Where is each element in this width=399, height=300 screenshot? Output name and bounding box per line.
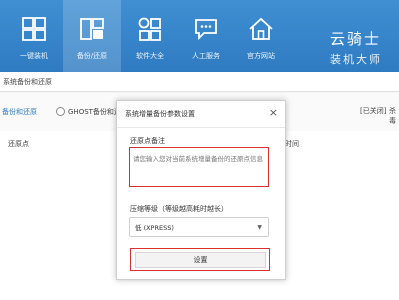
breadcrumb: 系统备份和还原: [0, 72, 399, 92]
backup-icon: [80, 18, 104, 40]
apps-icon: [138, 17, 161, 41]
column-header-restore-point: 还原点: [8, 140, 29, 148]
nav-item-backup-restore[interactable]: 备份/还原: [63, 0, 121, 72]
brand-name: 云骑士: [330, 30, 382, 48]
restore-point-note-input[interactable]: [129, 147, 269, 187]
chat-icon: [195, 19, 217, 41]
status-label: [已关闭]: [360, 107, 387, 115]
nav-item-one-click-install[interactable]: 一键装机: [5, 0, 63, 72]
brand-logo: 云骑士 装机大师: [330, 28, 382, 67]
antivirus-link[interactable]: 杀毒: [389, 106, 399, 126]
dialog-titlebar: 系统增量备份参数设置 ×: [117, 101, 285, 128]
nav-label: 备份/还原: [76, 52, 108, 60]
note-label: 还原点备注: [130, 137, 165, 145]
incremental-backup-dialog: 系统增量备份参数设置 × 还原点备注 压缩等级（等级越高耗时越长） 低 (XPR…: [116, 100, 286, 280]
nav-label: 软件大全: [136, 52, 164, 60]
nav-label: 一键装机: [20, 52, 48, 60]
home-icon: [249, 17, 273, 40]
grid-icon: [22, 17, 46, 41]
highlight-frame: 设置: [130, 248, 270, 271]
compression-level-label: 压缩等级（等级越高耗时越长）: [130, 205, 228, 213]
nav-label: 官方网站: [247, 52, 275, 60]
column-header-time: 时间: [285, 140, 299, 148]
nav-item-manual-service[interactable]: 人工服务: [177, 0, 235, 72]
top-nav-bar: 一键装机 备份/还原 软件大全 人工服务 官方网站 云骑士 装机大师: [0, 0, 399, 72]
nav-item-software[interactable]: 软件大全: [121, 0, 179, 72]
nav-item-official-site[interactable]: 官方网站: [232, 0, 290, 72]
compression-level-value: 低 (XPRESS): [135, 224, 174, 232]
dialog-title: 系统增量备份参数设置: [125, 110, 195, 118]
tab-backup-restore[interactable]: 备份和还原: [0, 93, 37, 131]
radio-icon: [56, 107, 65, 116]
set-button[interactable]: 设置: [135, 252, 266, 268]
brand-tagline: 装机大师: [330, 53, 382, 66]
chevron-down-icon: ▼: [257, 224, 262, 231]
compression-level-select[interactable]: 低 (XPRESS) ▼: [129, 217, 269, 237]
close-icon[interactable]: ×: [269, 106, 278, 119]
nav-label: 人工服务: [192, 52, 220, 60]
